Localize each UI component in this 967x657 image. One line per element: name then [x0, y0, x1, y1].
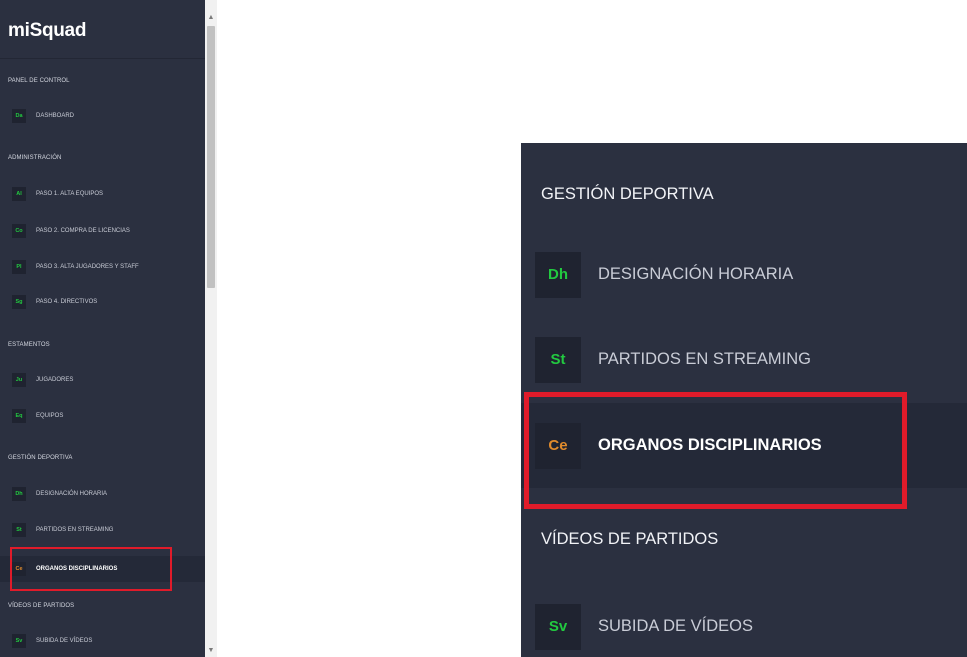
section-gestion-deportiva-zoomed: GESTIÓN DEPORTIVA — [541, 185, 714, 203]
organos-disciplinarios-icon: Ce — [12, 562, 26, 576]
designacion-horaria-icon: Dh — [12, 487, 26, 501]
sidebar-item-label: DESIGNACIÓN HORARIA — [36, 491, 108, 497]
sidebar-item-label: SUBIDA DE VÍDEOS — [36, 638, 93, 644]
section-videos-de-partidos-zoomed: VÍDEOS DE PARTIDOS — [541, 530, 719, 548]
subida-videos-icon: Sv — [12, 634, 26, 648]
sidebar-item-designacion-horaria[interactable]: Dh DESIGNACIÓN HORARIA — [0, 481, 205, 507]
zoom-item-partidos-streaming[interactable]: St PARTIDOS EN STREAMING — [521, 317, 967, 402]
streaming-icon: St — [535, 336, 581, 383]
compra-licencias-icon: Co — [12, 224, 26, 238]
chevron-up-icon[interactable]: ▲ — [205, 12, 217, 24]
sidebar-item-label: PASO 1. ALTA EQUIPOS — [36, 191, 104, 197]
zoomed-sidebar-panel: GESTIÓN DEPORTIVA Dh DESIGNACIÓN HORARIA… — [521, 143, 967, 657]
section-panel-de-control: PANEL DE CONTROL — [8, 78, 70, 84]
sidebar-item-jugadores[interactable]: Ju JUGADORES — [0, 367, 205, 393]
section-gestion-deportiva: GESTIÓN DEPORTIVA — [8, 455, 73, 461]
sidebar-item-label: ORGANOS DISCIPLINARIOS — [36, 566, 118, 572]
zoom-item-label: DESIGNACIÓN HORARIA — [598, 265, 794, 283]
chevron-down-icon[interactable]: ▼ — [205, 645, 217, 657]
alta-equipos-icon: Al — [12, 187, 26, 201]
zoom-item-label: PARTIDOS EN STREAMING — [598, 350, 812, 368]
divider — [0, 58, 205, 59]
section-videos-de-partidos: VÍDEOS DE PARTIDOS — [8, 603, 75, 609]
sidebar-item-dashboard[interactable]: Da DASHBOARD — [0, 103, 205, 129]
dashboard-icon: Da — [12, 109, 26, 123]
sidebar-item-label: PASO 2. COMPRA DE LICENCIAS — [36, 228, 130, 234]
sidebar-item-label: PARTIDOS EN STREAMING — [36, 527, 114, 533]
sidebar-item-paso-4[interactable]: Sg PASO 4. DIRECTIVOS — [0, 289, 205, 315]
brand-logo[interactable]: miSquad — [8, 0, 86, 58]
sidebar-scrollbar[interactable]: ▲ ▼ — [205, 0, 217, 657]
directivos-icon: Sg — [12, 295, 26, 309]
designacion-horaria-icon: Dh — [535, 251, 581, 298]
sidebar-item-label: PASO 4. DIRECTIVOS — [36, 299, 98, 305]
sidebar-item-label: EQUIPOS — [36, 413, 64, 419]
zoom-item-label: SUBIDA DE VÍDEOS — [598, 617, 753, 635]
equipos-icon: Eq — [12, 409, 26, 423]
streaming-icon: St — [12, 523, 26, 537]
sidebar-item-partidos-streaming[interactable]: St PARTIDOS EN STREAMING — [0, 517, 205, 543]
zoom-item-subida-videos[interactable]: Sv SUBIDA DE VÍDEOS — [521, 584, 967, 657]
zoom-item-label: ORGANOS DISCIPLINARIOS — [598, 436, 822, 454]
subida-videos-icon: Sv — [535, 603, 581, 650]
sidebar-item-equipos[interactable]: Eq EQUIPOS — [0, 403, 205, 429]
sidebar: miSquad PANEL DE CONTROL Da DASHBOARD AD… — [0, 0, 205, 657]
sidebar-item-label: JUGADORES — [36, 377, 74, 383]
section-estamentos: ESTAMENTOS — [8, 342, 50, 348]
scrollbar-thumb[interactable] — [207, 26, 215, 288]
zoom-item-designacion-horaria[interactable]: Dh DESIGNACIÓN HORARIA — [521, 232, 967, 317]
sidebar-item-paso-3[interactable]: Pl PASO 3. ALTA JUGADORES Y STAFF — [0, 254, 205, 280]
alta-jugadores-icon: Pl — [12, 260, 26, 274]
sidebar-item-paso-1[interactable]: Al PASO 1. ALTA EQUIPOS — [0, 181, 205, 207]
sidebar-item-subida-videos[interactable]: Sv SUBIDA DE VÍDEOS — [0, 628, 205, 654]
sidebar-item-paso-2[interactable]: Co PASO 2. COMPRA DE LICENCIAS — [0, 218, 205, 244]
sidebar-item-organos-disciplinarios[interactable]: Ce ORGANOS DISCIPLINARIOS — [0, 556, 205, 582]
sidebar-item-label: PASO 3. ALTA JUGADORES Y STAFF — [36, 264, 139, 270]
section-administracion: ADMINISTRACIÓN — [8, 155, 62, 161]
organos-disciplinarios-icon: Ce — [535, 422, 581, 469]
zoom-item-organos-disciplinarios[interactable]: Ce ORGANOS DISCIPLINARIOS — [521, 403, 967, 488]
sidebar-item-label: DASHBOARD — [36, 113, 75, 119]
jugadores-icon: Ju — [12, 373, 26, 387]
